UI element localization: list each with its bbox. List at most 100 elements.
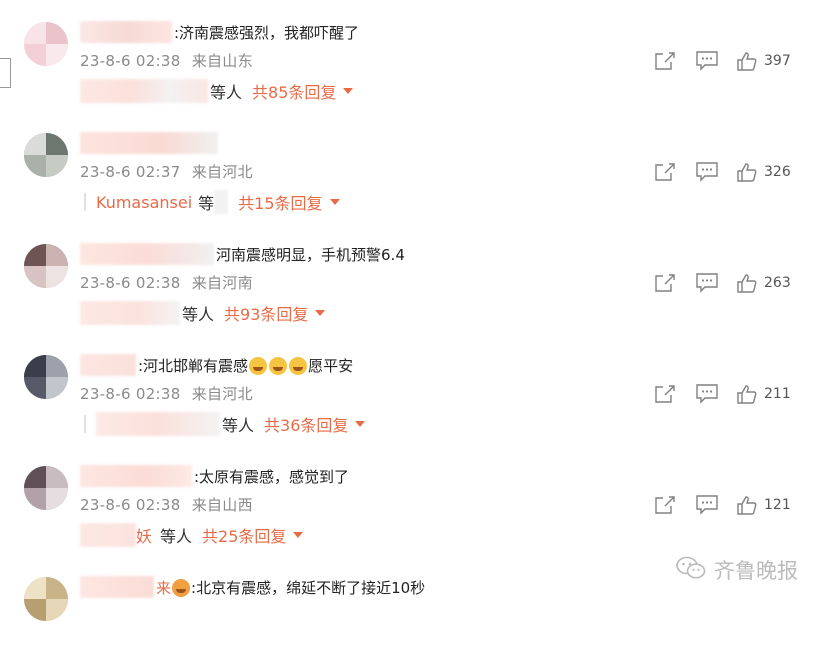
comment-meta: 23-8-6 02:38 来自山东 xyxy=(80,50,259,71)
reply-users-redacted xyxy=(80,301,180,325)
like-count: 211 xyxy=(764,386,791,402)
caret-down-icon[interactable] xyxy=(293,532,304,538)
crying-emoji-icon xyxy=(269,357,288,375)
comment-item: :太原有震感，感觉到了 23-8-6 02:38 来自山西 妖 等人 共25条回… xyxy=(0,444,820,555)
comment-location: 来自山西 xyxy=(191,496,253,514)
comment-text-end: 愿平安 xyxy=(308,356,354,375)
reply-count-link[interactable]: 共15条回复 xyxy=(238,190,322,214)
like-button[interactable]: 397 xyxy=(737,49,791,73)
comment-icon[interactable] xyxy=(696,382,718,406)
like-icon xyxy=(737,162,757,182)
comment-text-line: :河北邯郸有震感 愿平安 xyxy=(80,353,353,377)
reply-user-name[interactable]: Kumasansei xyxy=(96,193,192,212)
share-icon[interactable] xyxy=(655,493,675,517)
reply-count-link[interactable]: 共36条回复 xyxy=(264,412,348,436)
caret-down-icon[interactable] xyxy=(343,88,354,94)
reply-count-link[interactable]: 共93条回复 xyxy=(224,301,308,325)
reply-divider xyxy=(84,193,86,211)
reply-summary[interactable]: 等人 共93条回复 xyxy=(80,300,326,326)
reply-suffix: 等人 xyxy=(160,527,193,546)
crying-emoji-icon xyxy=(289,357,308,375)
like-icon xyxy=(737,384,757,404)
username-redacted[interactable] xyxy=(80,243,214,265)
reply-users-redacted xyxy=(80,79,208,103)
comment-text: :河北邯郸有震感 xyxy=(138,356,249,375)
avatar[interactable] xyxy=(24,577,68,621)
comment-icon[interactable] xyxy=(696,49,718,73)
username-redacted[interactable] xyxy=(80,576,154,598)
comment-actions: 263 xyxy=(652,271,802,295)
comment-date: 23-8-6 02:38 xyxy=(80,274,181,292)
comment-actions: 397 xyxy=(652,49,802,73)
caret-down-icon[interactable] xyxy=(355,421,366,427)
like-button[interactable]: 263 xyxy=(737,271,791,295)
comment-text: 河南震感明显，手机预警6.4 xyxy=(216,245,405,264)
comment-date: 23-8-6 02:38 xyxy=(80,496,181,514)
reply-summary[interactable]: 等人 共36条回复 xyxy=(84,411,366,437)
comment-actions: 121 xyxy=(652,493,802,517)
like-button[interactable]: 326 xyxy=(737,160,791,184)
like-icon xyxy=(737,51,757,71)
reply-users-redacted xyxy=(96,412,220,436)
reply-user-name[interactable]: 妖 xyxy=(136,523,152,547)
share-icon[interactable] xyxy=(655,160,675,184)
like-count: 326 xyxy=(764,164,791,180)
comment-meta: 23-8-6 02:38 来自山西 xyxy=(80,494,259,515)
comment-meta: 23-8-6 02:38 来自河北 xyxy=(80,383,259,404)
crying-emoji-icon xyxy=(249,357,268,375)
like-count: 397 xyxy=(764,53,791,69)
comment-item: :济南震感强烈，我都吓醒了 23-8-6 02:38 来自山东 等人 共85条回… xyxy=(0,0,820,111)
username-redacted[interactable] xyxy=(80,465,192,487)
comment-location: 来自河北 xyxy=(191,163,253,181)
comment-date: 23-8-6 02:37 xyxy=(80,163,181,181)
reply-suffix: 等人 xyxy=(222,416,255,435)
like-count: 263 xyxy=(764,275,791,291)
username-redacted[interactable] xyxy=(80,132,218,154)
comment-location: 来自山东 xyxy=(191,52,253,70)
avatar[interactable] xyxy=(24,244,68,288)
like-button[interactable]: 121 xyxy=(737,493,791,517)
watermark-label: 齐鲁晚报 xyxy=(714,559,798,583)
avatar[interactable] xyxy=(24,22,68,66)
comment-text-line: :太原有震感，感觉到了 xyxy=(80,464,349,488)
caret-down-icon[interactable] xyxy=(329,199,340,205)
comment-text: :济南震感强烈，我都吓醒了 xyxy=(174,23,360,42)
avatar[interactable] xyxy=(24,355,68,399)
reply-divider xyxy=(84,415,86,433)
watermark: 齐鲁晚报 xyxy=(676,556,798,584)
comment-item: :河北邯郸有震感 愿平安 23-8-6 02:38 来自河北 等人 共36条回复… xyxy=(0,333,820,444)
comment-icon[interactable] xyxy=(696,493,718,517)
comment-text-line: :济南震感强烈，我都吓醒了 xyxy=(80,20,359,44)
share-icon[interactable] xyxy=(655,49,675,73)
wechat-icon xyxy=(676,556,706,585)
reply-count-link[interactable]: 共85条回复 xyxy=(252,79,336,103)
avatar[interactable] xyxy=(24,466,68,510)
comment-actions: 211 xyxy=(652,382,802,406)
comment-icon[interactable] xyxy=(696,160,718,184)
comment-text-line xyxy=(80,131,220,155)
username-redacted[interactable] xyxy=(80,21,172,43)
comment-text: :太原有震感，感觉到了 xyxy=(194,467,350,486)
reply-count-link[interactable]: 共25条回复 xyxy=(202,523,286,547)
like-button[interactable]: 211 xyxy=(737,382,791,406)
reply-users-redacted xyxy=(214,190,229,214)
username-partial[interactable]: 来 xyxy=(156,577,171,598)
reply-summary[interactable]: Kumasansei 等 共15条回复 xyxy=(84,189,340,215)
like-icon xyxy=(737,273,757,293)
reply-suffix: 等人 xyxy=(182,305,215,324)
comment-item: 河南震感明显，手机预警6.4 23-8-6 02:38 来自河南 等人 共93条… xyxy=(0,222,820,333)
avatar[interactable] xyxy=(24,133,68,177)
reply-users-redacted xyxy=(80,523,136,547)
reply-summary[interactable]: 妖 等人 共25条回复 xyxy=(80,522,304,548)
comment-icon[interactable] xyxy=(696,271,718,295)
username-redacted[interactable] xyxy=(80,354,136,376)
comment-text-line: 河南震感明显，手机预警6.4 xyxy=(80,242,405,266)
like-count: 121 xyxy=(764,497,791,513)
share-icon[interactable] xyxy=(655,271,675,295)
comment-meta: 23-8-6 02:37 来自河北 xyxy=(80,161,259,182)
reply-suffix: 等人 xyxy=(210,83,243,102)
reply-summary[interactable]: 等人 共85条回复 xyxy=(80,78,354,104)
caret-down-icon[interactable] xyxy=(315,310,326,316)
share-icon[interactable] xyxy=(655,382,675,406)
comment-actions: 326 xyxy=(652,160,802,184)
